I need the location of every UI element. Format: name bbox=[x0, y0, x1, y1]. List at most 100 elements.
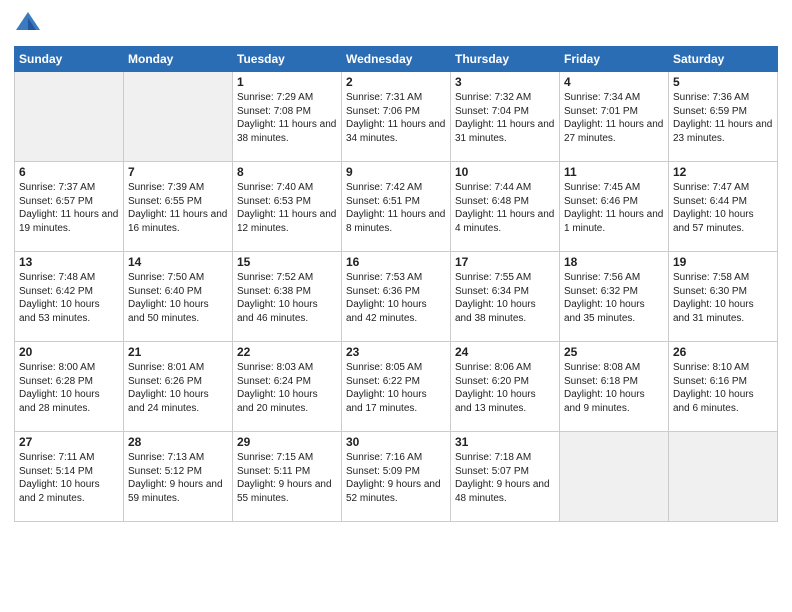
day-info: Sunrise: 7:18 AMSunset: 5:07 PMDaylight:… bbox=[455, 451, 555, 505]
daylight: Daylight: 11 hours and 16 minutes. bbox=[128, 209, 227, 234]
day-info: Sunrise: 7:52 AMSunset: 6:38 PMDaylight:… bbox=[237, 271, 337, 325]
daylight: Daylight: 11 hours and 31 minutes. bbox=[455, 119, 554, 144]
sunrise: Sunrise: 7:37 AM bbox=[19, 182, 95, 193]
sunset: Sunset: 6:53 PM bbox=[237, 196, 311, 207]
sunrise: Sunrise: 7:11 AM bbox=[19, 452, 94, 463]
sunset: Sunset: 6:18 PM bbox=[564, 376, 638, 387]
day-number: 19 bbox=[673, 255, 773, 269]
daylight: Daylight: 11 hours and 38 minutes. bbox=[237, 119, 336, 144]
sunset: Sunset: 6:46 PM bbox=[564, 196, 638, 207]
week-row: 1Sunrise: 7:29 AMSunset: 7:08 PMDaylight… bbox=[15, 72, 778, 162]
sunrise: Sunrise: 7:55 AM bbox=[455, 272, 531, 283]
day-info: Sunrise: 7:56 AMSunset: 6:32 PMDaylight:… bbox=[564, 271, 664, 325]
sunrise: Sunrise: 7:56 AM bbox=[564, 272, 640, 283]
day-number: 8 bbox=[237, 165, 337, 179]
calendar-cell: 27Sunrise: 7:11 AMSunset: 5:14 PMDayligh… bbox=[15, 432, 124, 522]
daylight: Daylight: 9 hours and 52 minutes. bbox=[346, 479, 441, 504]
weekday-header: Thursday bbox=[451, 47, 560, 72]
sunset: Sunset: 6:42 PM bbox=[19, 286, 93, 297]
day-number: 14 bbox=[128, 255, 228, 269]
calendar-cell: 16Sunrise: 7:53 AMSunset: 6:36 PMDayligh… bbox=[342, 252, 451, 342]
daylight: Daylight: 11 hours and 34 minutes. bbox=[346, 119, 445, 144]
day-number: 6 bbox=[19, 165, 119, 179]
sunset: Sunset: 7:06 PM bbox=[346, 106, 420, 117]
calendar-cell: 14 Sunrise: 7:50 AMSunset: 6:40 PMDayligh… bbox=[124, 252, 233, 342]
day-info: Sunrise: 7:58 AMSunset: 6:30 PMDaylight:… bbox=[673, 271, 773, 325]
day-info: Sunrise: 7:40 AMSunset: 6:53 PMDaylight:… bbox=[237, 181, 337, 235]
week-row: 13Sunrise: 7:48 AMSunset: 6:42 PMDayligh… bbox=[15, 252, 778, 342]
daylight: Daylight: 10 hours and 17 minutes. bbox=[346, 389, 427, 414]
calendar-cell: 18Sunrise: 7:56 AMSunset: 6:32 PMDayligh… bbox=[560, 252, 669, 342]
day-number: 31 bbox=[455, 435, 555, 449]
day-info: Sunrise: 7:15 AMSunset: 5:11 PMDaylight:… bbox=[237, 451, 337, 505]
sunrise: Sunrise: 7:31 AM bbox=[346, 92, 422, 103]
sunrise: Sunrise: 7:29 AM bbox=[237, 92, 313, 103]
daylight: Daylight: 9 hours and 48 minutes. bbox=[455, 479, 550, 504]
sunrise: Sunrise: 7:45 AM bbox=[564, 182, 640, 193]
calendar-cell: 10Sunrise: 7:44 AMSunset: 6:48 PMDayligh… bbox=[451, 162, 560, 252]
daylight: Daylight: 10 hours and 38 minutes. bbox=[455, 299, 536, 324]
day-number: 3 bbox=[455, 75, 555, 89]
calendar-cell: 25Sunrise: 8:08 AMSunset: 6:18 PMDayligh… bbox=[560, 342, 669, 432]
daylight: Daylight: 10 hours and 31 minutes. bbox=[673, 299, 754, 324]
sunrise: Sunrise: 7:15 AM bbox=[237, 452, 313, 463]
day-info: Sunrise: 8:05 AMSunset: 6:22 PMDaylight:… bbox=[346, 361, 446, 415]
calendar-cell: 2Sunrise: 7:31 AMSunset: 7:06 PMDaylight… bbox=[342, 72, 451, 162]
week-row: 20Sunrise: 8:00 AMSunset: 6:28 PMDayligh… bbox=[15, 342, 778, 432]
calendar-cell: 28 Sunrise: 7:13 AMSunset: 5:12 PMDayligh… bbox=[124, 432, 233, 522]
day-number: 22 bbox=[237, 345, 337, 359]
sunset: Sunset: 5:14 PM bbox=[19, 466, 93, 477]
day-number: 28 bbox=[128, 435, 228, 449]
calendar-cell: 6 Sunrise: 7:37 AMSunset: 6:57 PMDaylight… bbox=[15, 162, 124, 252]
sunrise: Sunrise: 7:52 AM bbox=[237, 272, 313, 283]
calendar-cell: 4Sunrise: 7:34 AMSunset: 7:01 PMDaylight… bbox=[560, 72, 669, 162]
sunrise: Sunrise: 7:58 AM bbox=[673, 272, 749, 283]
day-info: Sunrise: 7:13 AMSunset: 5:12 PMDaylight:… bbox=[128, 451, 228, 505]
daylight: Daylight: 10 hours and 20 minutes. bbox=[237, 389, 318, 414]
calendar-cell: 22 Sunrise: 8:03 AMSunset: 6:24 PMDayligh… bbox=[233, 342, 342, 432]
sunset: Sunset: 6:59 PM bbox=[673, 106, 747, 117]
day-info: Sunrise: 7:37 AMSunset: 6:57 PMDaylight:… bbox=[19, 181, 119, 235]
calendar-cell: 31 Sunrise: 7:18 AMSunset: 5:07 PMDayligh… bbox=[451, 432, 560, 522]
sunset: Sunset: 6:34 PM bbox=[455, 286, 529, 297]
day-info: Sunrise: 7:39 AMSunset: 6:55 PMDaylight:… bbox=[128, 181, 228, 235]
day-info: Sunrise: 7:50 AMSunset: 6:40 PMDaylight:… bbox=[128, 271, 228, 325]
calendar-cell: 8 Sunrise: 7:40 AMSunset: 6:53 PMDaylight… bbox=[233, 162, 342, 252]
sunrise: Sunrise: 8:10 AM bbox=[673, 362, 749, 373]
calendar-cell: 1Sunrise: 7:29 AMSunset: 7:08 PMDaylight… bbox=[233, 72, 342, 162]
day-number: 29 bbox=[237, 435, 337, 449]
calendar-cell: 20Sunrise: 8:00 AMSunset: 6:28 PMDayligh… bbox=[15, 342, 124, 432]
sunset: Sunset: 5:09 PM bbox=[346, 466, 420, 477]
week-row: 6 Sunrise: 7:37 AMSunset: 6:57 PMDaylight… bbox=[15, 162, 778, 252]
sunset: Sunset: 7:01 PM bbox=[564, 106, 638, 117]
sunrise: Sunrise: 8:06 AM bbox=[455, 362, 531, 373]
calendar-cell: 12Sunrise: 7:47 AMSunset: 6:44 PMDayligh… bbox=[669, 162, 778, 252]
daylight: Daylight: 10 hours and 53 minutes. bbox=[19, 299, 100, 324]
sunrise: Sunrise: 7:42 AM bbox=[346, 182, 422, 193]
calendar: SundayMondayTuesdayWednesdayThursdayFrid… bbox=[14, 46, 778, 522]
header bbox=[14, 10, 778, 38]
day-number: 17 bbox=[455, 255, 555, 269]
sunset: Sunset: 5:07 PM bbox=[455, 466, 529, 477]
day-number: 24 bbox=[455, 345, 555, 359]
day-info: Sunrise: 7:16 AMSunset: 5:09 PMDaylight:… bbox=[346, 451, 446, 505]
daylight: Daylight: 11 hours and 12 minutes. bbox=[237, 209, 336, 234]
day-number: 23 bbox=[346, 345, 446, 359]
sunset: Sunset: 6:40 PM bbox=[128, 286, 202, 297]
sunset: Sunset: 7:08 PM bbox=[237, 106, 311, 117]
sunset: Sunset: 6:24 PM bbox=[237, 376, 311, 387]
sunset: Sunset: 6:51 PM bbox=[346, 196, 420, 207]
day-info: Sunrise: 7:44 AMSunset: 6:48 PMDaylight:… bbox=[455, 181, 555, 235]
sunrise: Sunrise: 7:53 AM bbox=[346, 272, 422, 283]
day-info: Sunrise: 8:03 AMSunset: 6:24 PMDaylight:… bbox=[237, 361, 337, 415]
sunrise: Sunrise: 7:13 AM bbox=[128, 452, 204, 463]
sunrise: Sunrise: 8:00 AM bbox=[19, 362, 95, 373]
day-info: Sunrise: 7:36 AMSunset: 6:59 PMDaylight:… bbox=[673, 91, 773, 145]
calendar-cell: 17 Sunrise: 7:55 AM Sunset: 6:34 PM Dayligh… bbox=[451, 252, 560, 342]
sunset: Sunset: 6:38 PM bbox=[237, 286, 311, 297]
day-info: Sunrise: 8:00 AMSunset: 6:28 PMDaylight:… bbox=[19, 361, 119, 415]
daylight: Daylight: 10 hours and 24 minutes. bbox=[128, 389, 209, 414]
calendar-cell bbox=[124, 72, 233, 162]
daylight: Daylight: 11 hours and 19 minutes. bbox=[19, 209, 118, 234]
weekday-header: Monday bbox=[124, 47, 233, 72]
